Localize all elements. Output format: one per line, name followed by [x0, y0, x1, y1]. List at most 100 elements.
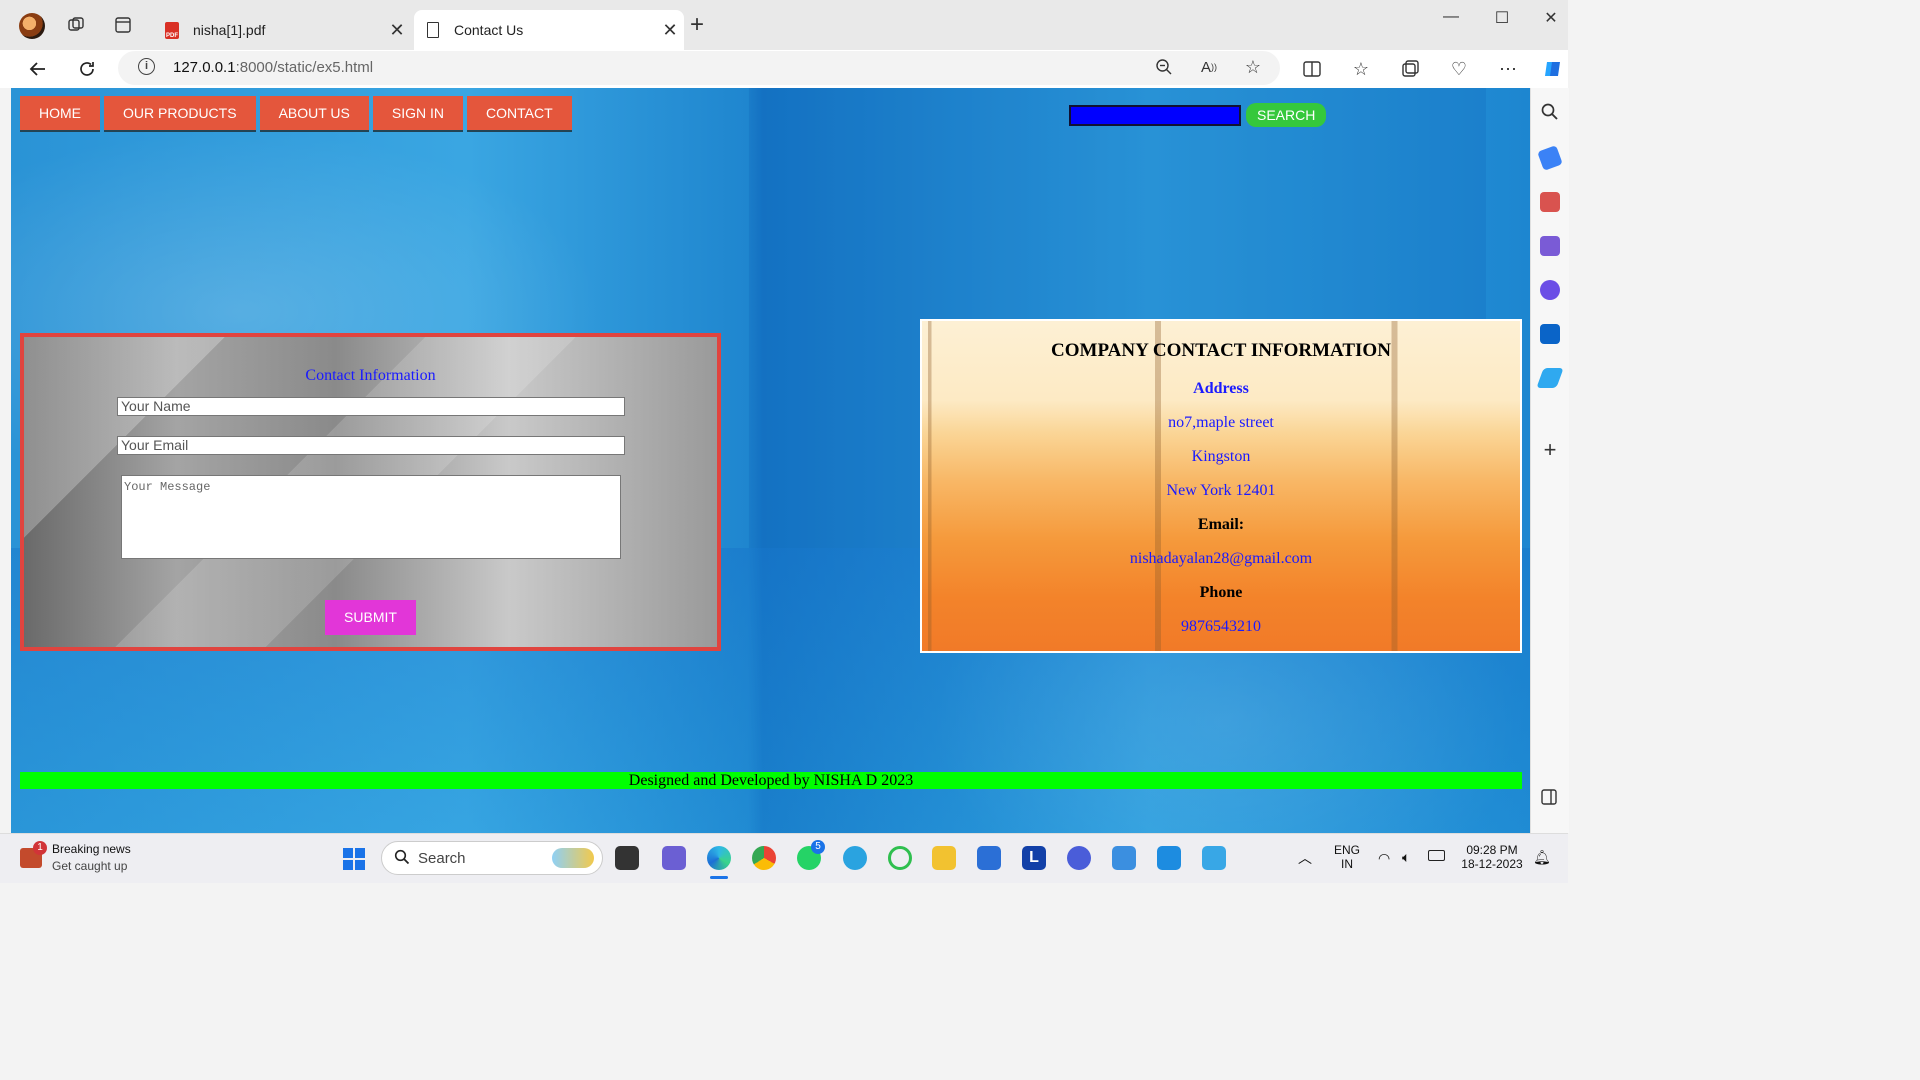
search-button[interactable]: SEARCH [1246, 103, 1327, 127]
windows-start-icon[interactable] [343, 848, 365, 870]
url-text[interactable]: 127.0.0.1:8000/static/ex5.html [173, 59, 373, 76]
microsoft-365-icon[interactable] [1540, 280, 1560, 300]
phone-value: 9876543210 [1181, 618, 1261, 635]
nav-about-us[interactable]: ABOUT US [259, 96, 369, 130]
minimize-icon[interactable]: — [1428, 8, 1474, 26]
address-label: Address [1193, 380, 1249, 397]
store-icon[interactable] [977, 846, 1001, 870]
search-icon[interactable] [1540, 102, 1560, 122]
edge-browser-icon[interactable] [707, 846, 731, 870]
name-input[interactable]: Your Name [117, 397, 625, 416]
browser-toolbar: i 127.0.0.1:8000/static/ex5.html A)) ☆ ☆… [0, 50, 1568, 88]
telegram-icon[interactable] [843, 846, 867, 870]
pdf-file-icon: PDF [163, 21, 181, 39]
read-aloud-icon[interactable]: A)) [1196, 54, 1222, 80]
split-screen-icon[interactable] [1299, 56, 1325, 82]
language-indicator[interactable]: ENG IN [1334, 843, 1360, 871]
clock[interactable]: 09:28 PM 18-12-2023 [1458, 843, 1526, 871]
sidebar-toggle-icon[interactable] [1540, 788, 1560, 808]
form-title: Contact Information [305, 367, 436, 384]
vscode-icon[interactable] [1157, 846, 1181, 870]
message-textarea[interactable]: Your Message [121, 475, 621, 559]
site-info-icon[interactable]: i [138, 58, 155, 75]
games-icon[interactable] [1540, 236, 1560, 256]
new-tab-button[interactable]: + [690, 13, 704, 37]
task-view-icon[interactable] [615, 846, 639, 870]
news-subtitle[interactable]: Get caught up [52, 859, 127, 873]
teams-icon[interactable] [662, 846, 686, 870]
url-host: 127.0.0.1 [173, 59, 236, 76]
sync-app-icon[interactable] [888, 846, 912, 870]
volume-icon[interactable]: 🔈︎ [1402, 849, 1410, 866]
tab-contact-us[interactable]: Contact Us ✕ [414, 10, 684, 50]
email-label: Email: [1197, 516, 1245, 533]
arc-app-icon[interactable] [1067, 846, 1091, 870]
close-window-icon[interactable]: ✕ [1528, 8, 1574, 28]
address-line-3: New York 12401 [1166, 482, 1276, 499]
photos-icon[interactable] [1112, 846, 1136, 870]
profile-avatar[interactable] [19, 13, 45, 39]
browser-essentials-icon[interactable]: ♡ [1446, 56, 1472, 82]
add-icon[interactable]: + [1540, 439, 1560, 461]
submit-button[interactable]: SUBMIT [325, 600, 416, 635]
nav-home[interactable]: HOME [20, 96, 100, 130]
tab-title: Contact Us [454, 22, 524, 38]
favorite-star-icon[interactable]: ☆ [1240, 54, 1266, 80]
search-highlight-icon [552, 848, 594, 868]
nav-our-products[interactable]: OUR PRODUCTS [104, 96, 256, 130]
tab-pdf[interactable]: PDF nisha[1].pdf ✕ [153, 10, 411, 50]
page-icon [424, 21, 442, 39]
nav-sign-in[interactable]: SIGN IN [372, 96, 463, 130]
browser-titlebar: PDF nisha[1].pdf ✕ Contact Us ✕ + — ☐ ✕ [0, 0, 1568, 50]
workspaces-icon[interactable] [65, 14, 87, 36]
notification-bell-icon[interactable]: 🔔︎ [1533, 849, 1551, 866]
address-bar[interactable]: i 127.0.0.1:8000/static/ex5.html A)) ☆ [118, 51, 1280, 85]
send-icon[interactable] [1536, 368, 1564, 388]
company-info-title: COMPANY CONTACT INFORMATION [1051, 340, 1391, 361]
news-title[interactable]: Breaking news [52, 842, 131, 856]
refresh-icon[interactable] [74, 56, 100, 82]
windows-taskbar: 1 Breaking news Get caught up Search 5 L… [0, 833, 1568, 883]
taskbar-search[interactable]: Search [381, 841, 603, 875]
favorites-icon[interactable]: ☆ [1348, 56, 1374, 82]
active-app-indicator [710, 876, 728, 879]
email-input[interactable]: Your Email [117, 436, 625, 455]
wifi-icon[interactable]: ◠ [1378, 850, 1390, 867]
file-explorer-icon[interactable] [932, 846, 956, 870]
page-viewport: HOME OUR PRODUCTS ABOUT US SIGN IN CONTA… [11, 88, 1530, 833]
language-line-2: IN [1341, 857, 1353, 871]
search-input[interactable] [1069, 104, 1241, 126]
chevron-up-icon[interactable]: ︿ [1298, 848, 1312, 868]
copilot-icon[interactable] [1540, 56, 1566, 82]
nav-contact[interactable]: CONTACT [467, 96, 572, 130]
contact-form: Contact Information Your Name Your Email… [20, 333, 721, 651]
shopping-tag-icon[interactable] [1537, 145, 1563, 171]
chrome-icon[interactable] [752, 846, 776, 870]
site-search: SEARCH [1069, 103, 1327, 127]
page-footer: Designed and Developed by NISHA D 2023 [20, 772, 1522, 789]
zoom-out-icon[interactable] [1151, 54, 1177, 80]
back-icon[interactable] [25, 56, 51, 82]
battery-icon[interactable] [1428, 850, 1445, 861]
phone-label: Phone [1199, 584, 1243, 601]
close-tab-icon[interactable]: ✕ [383, 20, 411, 41]
notepad-icon[interactable] [1202, 846, 1226, 870]
l-app-icon[interactable]: L [1022, 846, 1046, 870]
tools-icon[interactable] [1540, 192, 1560, 212]
collections-icon[interactable] [1397, 56, 1423, 82]
outlook-icon[interactable] [1540, 324, 1560, 344]
more-options-icon[interactable]: ⋯ [1495, 56, 1521, 82]
language-line-1: ENG [1334, 843, 1361, 857]
tab-title: nisha[1].pdf [193, 22, 266, 38]
clock-time: 09:28 PM [1466, 843, 1518, 857]
main-nav: HOME OUR PRODUCTS ABOUT US SIGN IN CONTA… [20, 96, 572, 130]
taskbar-search-text: Search [418, 850, 466, 867]
url-path: :8000/static/ex5.html [235, 59, 374, 76]
edge-sidebar: + [1530, 88, 1569, 833]
maximize-icon[interactable]: ☐ [1479, 8, 1525, 28]
email-value: nishadayalan28@gmail.com [1129, 550, 1313, 567]
whatsapp-badge: 5 [811, 840, 825, 854]
vertical-tabs-icon[interactable] [112, 14, 134, 36]
close-tab-icon[interactable]: ✕ [656, 20, 684, 41]
news-badge: 1 [33, 841, 47, 855]
